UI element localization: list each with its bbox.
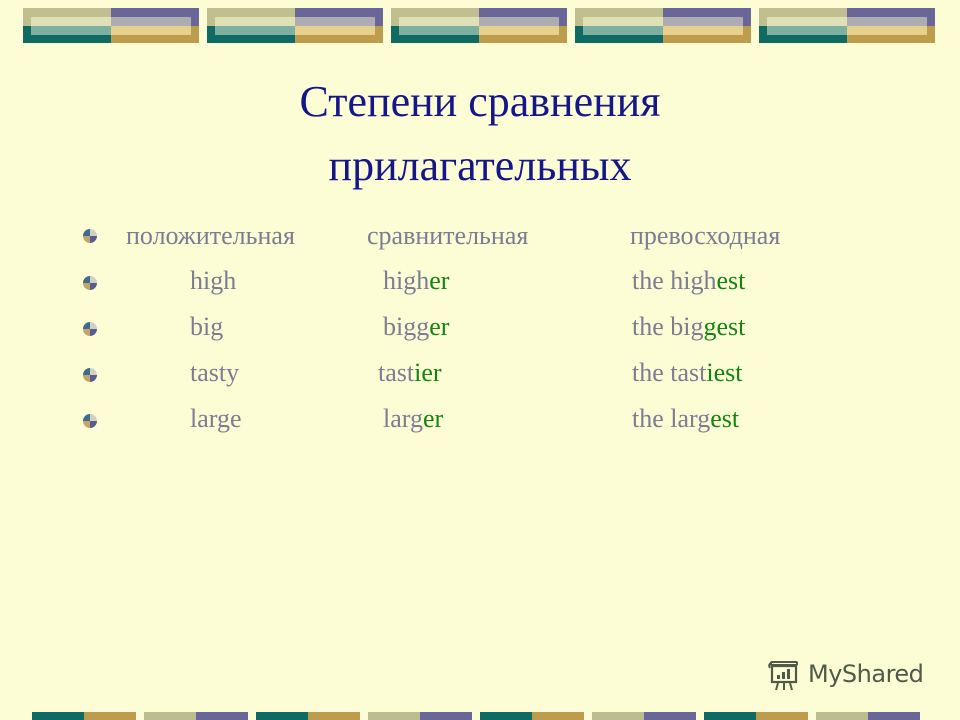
comparison-table: положительная сравнительная превосходная…	[0, 0, 960, 720]
header-superlative: превосходная	[630, 221, 781, 250]
superlative-form: the biggest	[632, 311, 745, 343]
superlative-suffix: gest	[703, 312, 746, 341]
table-row: large larger the largest	[0, 403, 960, 443]
decoration-segment	[532, 712, 584, 720]
positive-form: large	[190, 404, 242, 433]
bullet-icon	[83, 276, 97, 290]
superlative-stem: the larg	[632, 404, 711, 433]
comparative-form: larger	[383, 403, 443, 435]
comparative-stem: tast	[378, 358, 415, 387]
comparative-stem: bigg	[383, 312, 430, 341]
superlative-form: the tastiest	[632, 357, 742, 389]
decoration-segment	[32, 712, 84, 720]
superlative-suffix: iest	[706, 358, 743, 387]
myshared-watermark[interactable]: MyShared	[766, 656, 924, 692]
decoration-segment	[480, 712, 532, 720]
decoration-segment	[592, 712, 644, 720]
table-row: big bigger the biggest	[0, 311, 960, 351]
watermark-text: MyShared	[808, 660, 924, 688]
bottom-decoration-bar	[0, 712, 960, 720]
bullet-icon	[83, 322, 97, 336]
table-row: tasty tastier the tastiest	[0, 357, 960, 397]
positive-form: high	[190, 266, 237, 295]
header-row: положительная сравнительная превосходная	[0, 220, 960, 260]
superlative-suffix: est	[716, 266, 746, 295]
decoration-segment	[368, 712, 420, 720]
comparative-suffix: er	[422, 404, 444, 433]
header-comparative: сравнительная	[367, 221, 529, 250]
superlative-form: the highest	[632, 265, 745, 297]
comparative-stem: high	[383, 266, 430, 295]
bullet-icon	[83, 229, 97, 243]
decoration-segment	[144, 712, 196, 720]
comparative-stem: larg	[383, 404, 423, 433]
positive-form: tasty	[190, 358, 240, 387]
decoration-segment	[420, 712, 472, 720]
comparative-form: tastier	[378, 357, 442, 389]
header-positive: положительная	[126, 221, 295, 250]
decoration-segment	[756, 712, 808, 720]
bullet-icon	[83, 368, 97, 382]
positive-form: big	[190, 312, 224, 341]
table-row: high higher the highest	[0, 265, 960, 305]
superlative-form: the largest	[632, 403, 739, 435]
decoration-segment	[644, 712, 696, 720]
decoration-segment	[256, 712, 308, 720]
comparative-suffix: er	[429, 312, 450, 341]
comparative-form: bigger	[383, 311, 449, 343]
superlative-stem: the tast	[632, 358, 707, 387]
decoration-segment	[196, 712, 248, 720]
superlative-stem: the big	[632, 312, 704, 341]
superlative-suffix: est	[710, 404, 740, 433]
comparative-form: higher	[383, 265, 449, 297]
bullet-icon	[83, 414, 97, 428]
presentation-board-icon	[768, 661, 798, 691]
comparative-suffix: er	[429, 266, 450, 295]
decoration-segment	[704, 712, 756, 720]
superlative-stem: the high	[632, 266, 717, 295]
decoration-segment	[868, 712, 920, 720]
comparative-suffix: ier	[414, 358, 442, 387]
decoration-segment	[816, 712, 868, 720]
decoration-segment	[84, 712, 136, 720]
decoration-segment	[308, 712, 360, 720]
